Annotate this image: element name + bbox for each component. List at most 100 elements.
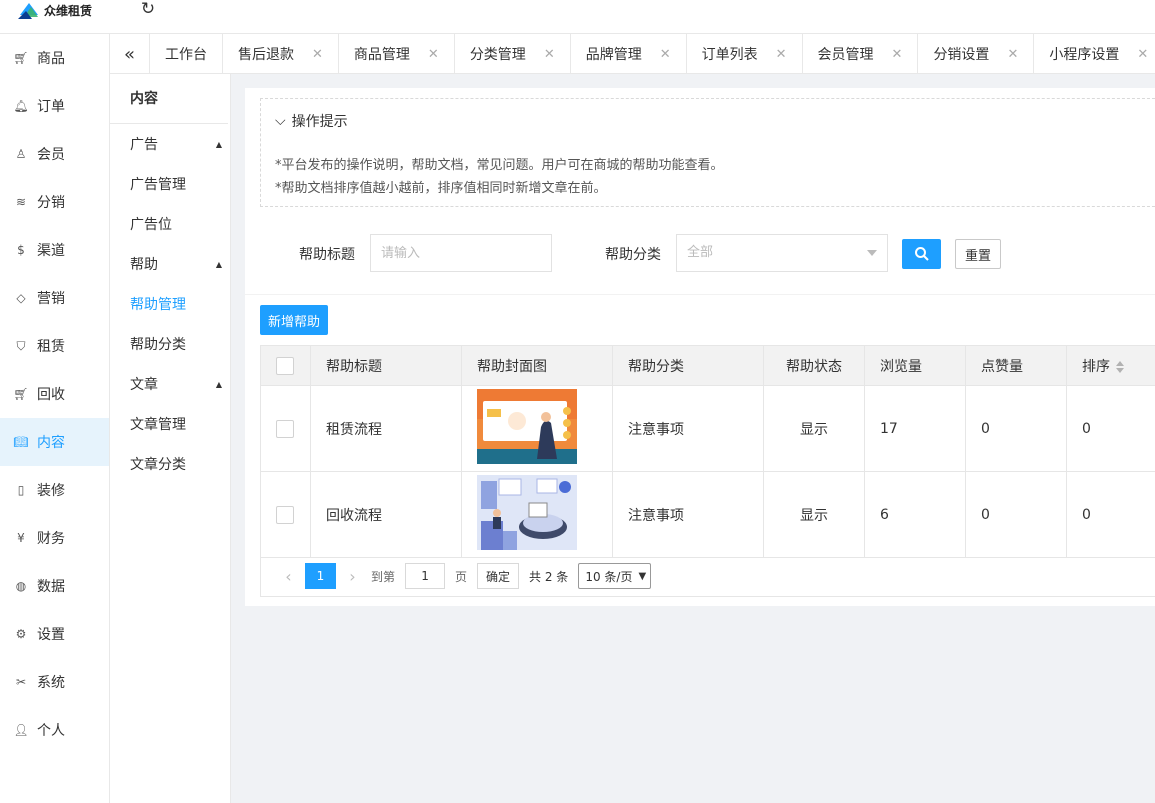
sidebar-item-marketing[interactable]: ◇ 营销 (0, 274, 109, 322)
subnav-group-ads[interactable]: 广告 ▲ (110, 124, 230, 164)
help-category-select[interactable]: 全部 (676, 234, 888, 272)
close-icon[interactable]: ✕ (892, 47, 903, 62)
page-tabs: « 工作台 售后退款 ✕ 商品管理 ✕ 分类管理 ✕ 品牌管理 ✕ 订单列表 ✕ 会员管理… (110, 34, 1155, 74)
cart-icon: 🛒︎ (13, 51, 29, 65)
bell-icon: 🔔︎ (13, 99, 29, 113)
tab-brand-manage[interactable]: 品牌管理 ✕ (571, 34, 687, 73)
goto-confirm-button[interactable]: 确定 (477, 563, 520, 589)
sidebar-item-label: 商品 (37, 51, 65, 67)
row-select-cell (260, 471, 311, 558)
cover-image[interactable] (477, 475, 577, 550)
sidebar-item-goods[interactable]: 🛒︎ 商品 (0, 34, 109, 82)
close-icon[interactable]: ✕ (544, 47, 555, 62)
sidebar-item-members[interactable]: ♙ 会员 (0, 130, 109, 178)
sidebar-item-data[interactable]: ◍ 数据 (0, 562, 109, 610)
sort-column-header[interactable]: 排序 (1066, 345, 1155, 386)
subnav-group-label: 文章 (130, 377, 158, 393)
subnav-item-article-manage[interactable]: 文章管理 (110, 404, 230, 444)
refresh-icon[interactable]: ↻ (138, 0, 158, 20)
gear-icon: ⚙︎ (15, 627, 27, 641)
sidebar-item-channels[interactable]: $ 渠道 (0, 226, 109, 274)
tab-miniprogram-settings[interactable]: 小程序设置 ✕ (1034, 34, 1155, 73)
sidebar-item-system[interactable]: ✂︎ 系统 (0, 658, 109, 706)
tab-member-manage[interactable]: 会员管理 ✕ (803, 34, 919, 73)
select-all-cell (260, 345, 311, 386)
subnav-item-ad-manage[interactable]: 广告管理 (110, 164, 230, 204)
next-page-icon[interactable]: › (340, 567, 365, 586)
sidebar-item-personal[interactable]: 👤︎ 个人 (0, 706, 109, 754)
tab-workbench[interactable]: 工作台 (150, 34, 223, 73)
help-title-input[interactable] (370, 234, 552, 272)
reset-button[interactable]: 重置 (955, 239, 1001, 269)
sidebar-item-recycle[interactable]: 🛒︎ 回收 (0, 370, 109, 418)
subnav-item-article-category[interactable]: 文章分类 (110, 444, 230, 484)
tips-toggle[interactable]: ⌵ 操作提示 (275, 111, 348, 131)
subnav-item-help-category[interactable]: 帮助分类 (110, 324, 230, 364)
help-table: 帮助标题 帮助封面图 帮助分类 帮助状态 浏览量 点赞量 排序 租赁流程 注意事… (260, 345, 1155, 558)
sidebar-item-distribution[interactable]: ≋ 分销 (0, 178, 109, 226)
goto-page-input[interactable] (405, 563, 446, 589)
sort-cell: 0 (1066, 385, 1155, 472)
views-cell: 6 (864, 471, 966, 558)
help-title-cell: 租赁流程 (310, 385, 462, 472)
filter-category-label: 帮助分类 (605, 247, 661, 263)
brand-logo[interactable]: 众维租赁 (18, 0, 110, 20)
tab-order-list[interactable]: 订单列表 ✕ (687, 34, 803, 73)
prev-page-icon[interactable]: ‹ (276, 567, 301, 586)
sidebar-item-label: 订单 (37, 99, 65, 115)
sidebar-item-content[interactable]: 📖︎ 内容 (0, 418, 109, 466)
add-help-button[interactable]: 新增帮助 (260, 305, 328, 335)
tab-label: 售后退款 (238, 47, 294, 63)
caret-up-icon: ▲ (215, 379, 222, 389)
sidebar-item-settings[interactable]: ⚙︎ 设置 (0, 610, 109, 658)
table-row: 回收流程 注意事项 显示 6 0 0 (260, 471, 1155, 558)
tab-after-sales[interactable]: 售后退款 ✕ (223, 34, 339, 73)
subnav-title: 内容 (110, 74, 228, 124)
tab-category-manage[interactable]: 分类管理 ✕ (455, 34, 571, 73)
close-icon[interactable]: ✕ (312, 47, 323, 62)
row-checkbox[interactable] (276, 505, 294, 524)
select-all-checkbox[interactable] (276, 356, 294, 375)
likes-cell: 0 (965, 471, 1067, 558)
subnav-item-ad-slot[interactable]: 广告位 (110, 204, 230, 244)
page-size-select[interactable]: 10 条/页 ▼ (578, 563, 652, 589)
tab-label: 分销设置 (933, 47, 990, 63)
help-title-cell: 回收流程 (310, 471, 462, 558)
close-icon[interactable]: ✕ (1137, 47, 1148, 62)
column-header: 浏览量 (864, 345, 966, 386)
current-page[interactable]: 1 (305, 563, 336, 589)
cover-cell (461, 471, 613, 558)
row-checkbox[interactable] (276, 419, 294, 438)
sidebar-item-label: 回收 (37, 387, 65, 403)
tools-icon: ✂︎ (15, 675, 27, 689)
tab-label: 商品管理 (353, 47, 410, 63)
tab-distribution-settings[interactable]: 分销设置 ✕ (918, 34, 1035, 73)
globe-icon: ◍ (15, 579, 27, 593)
tab-goods-manage[interactable]: 商品管理 ✕ (339, 34, 455, 73)
sidebar-item-finance[interactable]: ¥ 财务 (0, 514, 109, 562)
sidebar-item-leasing[interactable]: ⛉ 租赁 (0, 322, 109, 370)
close-icon[interactable]: ✕ (1007, 47, 1018, 62)
collapse-tabs-icon[interactable]: « (110, 34, 150, 73)
tab-label: 订单列表 (701, 47, 758, 63)
shield-icon: ⛉ (16, 338, 26, 353)
brand-name: 众维租赁 (44, 3, 93, 18)
close-icon[interactable]: ✕ (776, 47, 787, 62)
cover-image[interactable] (477, 389, 577, 464)
select-value: 全部 (687, 245, 714, 260)
sidebar-item-orders[interactable]: 🔔︎ 订单 (0, 82, 109, 130)
close-icon[interactable]: ✕ (660, 47, 671, 62)
close-icon[interactable]: ✕ (428, 47, 439, 62)
cover-cell (461, 385, 613, 472)
sort-icon[interactable] (1116, 360, 1124, 374)
subnav-group-articles[interactable]: 文章 ▲ (110, 364, 230, 404)
subnav-item-help-manage[interactable]: 帮助管理 (110, 284, 230, 324)
tips-line: *帮助文档排序值越小越前，排序值相同时新增文章在前。 (275, 181, 607, 196)
sidebar-item-decoration[interactable]: ▯ 装修 (0, 466, 109, 514)
search-button[interactable] (902, 239, 941, 269)
sidebar-item-label: 装修 (37, 483, 65, 499)
subnav-group-help[interactable]: 帮助 ▲ (110, 244, 230, 284)
sidebar-item-label: 渠道 (37, 243, 65, 259)
yen-icon: ¥ (17, 531, 25, 545)
tab-label: 工作台 (165, 47, 207, 63)
